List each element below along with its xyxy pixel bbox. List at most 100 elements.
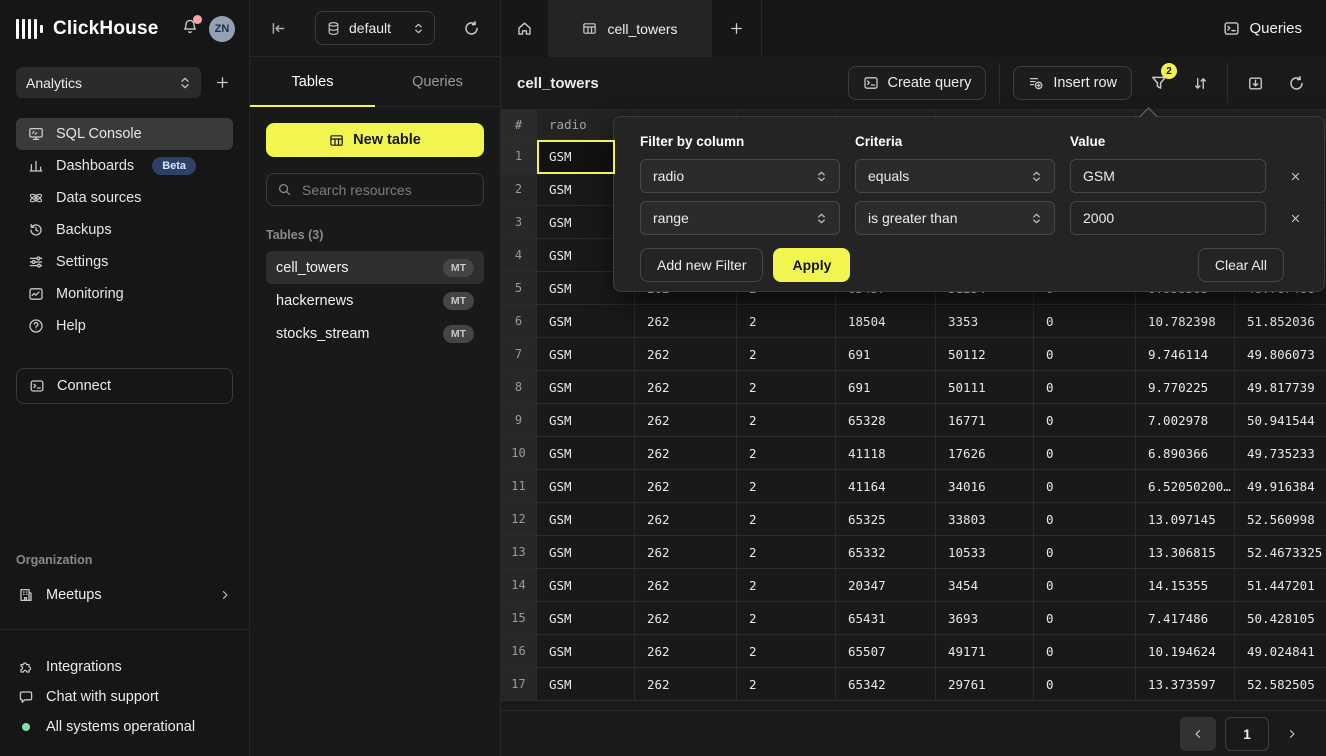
row-number[interactable]: 6 [501,305,537,338]
filter-button[interactable]: 2 [1145,69,1173,97]
table-cell[interactable]: 0 [1034,371,1136,404]
table-cell[interactable]: 2 [737,536,836,569]
table-cell[interactable]: 0 [1034,338,1136,371]
row-number[interactable]: 4 [501,239,537,272]
table-cell[interactable]: 3693 [936,602,1034,635]
table-cell[interactable]: 262 [635,635,737,668]
table-cell[interactable]: 10.194624 [1136,635,1235,668]
footer-item-integrations[interactable]: Integrations [18,652,233,682]
table-cell[interactable]: 262 [635,404,737,437]
table-list-item-cell-towers[interactable]: cell_towers MT [266,251,484,284]
table-cell[interactable]: 262 [635,470,737,503]
row-number[interactable]: 5 [501,272,537,305]
notifications-button[interactable] [181,18,199,39]
table-cell[interactable]: 9.770225 [1136,371,1235,404]
table-cell[interactable]: 17626 [936,437,1034,470]
home-button[interactable] [501,0,548,57]
table-cell[interactable]: GSM [537,668,635,701]
table-cell[interactable]: GSM [537,536,635,569]
table-cell[interactable]: 20347 [836,569,936,602]
table-cell[interactable]: GSM [537,635,635,668]
table-cell[interactable]: 51.447201 [1235,569,1326,602]
new-tab-button[interactable] [712,0,762,57]
table-cell[interactable]: 51.852036 [1235,305,1326,338]
table-cell[interactable]: 0 [1034,536,1136,569]
new-table-button[interactable]: New table [266,123,484,157]
table-cell[interactable]: 2 [737,404,836,437]
table-cell[interactable]: 262 [635,305,737,338]
table-cell[interactable]: 262 [635,503,737,536]
table-cell[interactable]: 262 [635,536,737,569]
row-number[interactable]: 14 [501,569,537,602]
table-cell[interactable]: 0 [1034,602,1136,635]
table-cell[interactable]: 6.52050200… [1136,470,1235,503]
row-number[interactable]: 1 [501,140,537,173]
workspace-select[interactable]: Analytics [16,67,201,98]
table-cell[interactable]: 50111 [936,371,1034,404]
table-cell[interactable]: 691 [836,371,936,404]
table-list-item-stocks-stream[interactable]: stocks_stream MT [266,317,484,350]
table-cell[interactable]: GSM [537,503,635,536]
explorer-tab-queries[interactable]: Queries [375,57,500,106]
sidebar-item-meetups[interactable]: Meetups [16,579,233,611]
create-query-button[interactable]: Create query [848,66,987,100]
row-number[interactable]: 2 [501,173,537,206]
prev-page-button[interactable] [1180,717,1216,751]
download-button[interactable] [1241,69,1269,97]
row-number[interactable]: 17 [501,668,537,701]
row-number[interactable]: 16 [501,635,537,668]
table-cell[interactable]: 49.817739 [1235,371,1326,404]
table-cell[interactable]: 0 [1034,569,1136,602]
table-cell[interactable]: 49171 [936,635,1034,668]
table-cell[interactable]: 50112 [936,338,1034,371]
table-cell[interactable]: 2 [737,470,836,503]
remove-filter-button-1[interactable] [1281,162,1309,190]
table-cell[interactable]: GSM [537,602,635,635]
table-cell[interactable]: 13.306815 [1136,536,1235,569]
table-cell[interactable]: 0 [1034,668,1136,701]
sidebar-item-help[interactable]: Help [16,310,233,342]
table-cell[interactable]: 65332 [836,536,936,569]
table-cell[interactable]: 0 [1034,437,1136,470]
remove-filter-button-2[interactable] [1281,204,1309,232]
table-cell[interactable]: 41164 [836,470,936,503]
table-cell[interactable]: 2 [737,338,836,371]
table-cell[interactable]: 34016 [936,470,1034,503]
row-number[interactable]: 10 [501,437,537,470]
add-filter-button[interactable]: Add new Filter [640,248,763,282]
filter-value-input-2[interactable] [1070,201,1266,235]
refresh-table-button[interactable] [1282,69,1310,97]
row-number[interactable]: 8 [501,371,537,404]
table-cell[interactable]: 65328 [836,404,936,437]
table-cell[interactable]: GSM [537,470,635,503]
refresh-icon[interactable] [463,20,480,37]
table-cell[interactable]: 14.15355 [1136,569,1235,602]
row-number[interactable]: 11 [501,470,537,503]
tab-cell-towers[interactable]: cell_towers [548,0,712,57]
table-cell[interactable]: 7.002978 [1136,404,1235,437]
row-number[interactable]: 9 [501,404,537,437]
next-page-button[interactable] [1278,717,1306,751]
table-cell[interactable]: GSM [537,371,635,404]
table-cell[interactable]: 2 [737,371,836,404]
table-cell[interactable]: 50.941544 [1235,404,1326,437]
table-cell[interactable]: 18504 [836,305,936,338]
table-cell[interactable]: 29761 [936,668,1034,701]
filter-criteria-select-2[interactable]: is greater than [855,201,1055,235]
table-list-item-hackernews[interactable]: hackernews MT [266,284,484,317]
table-cell[interactable]: GSM [537,569,635,602]
table-cell[interactable]: 10533 [936,536,1034,569]
connect-button[interactable]: Connect [16,368,233,404]
avatar[interactable]: ZN [209,16,235,42]
table-cell[interactable]: 65325 [836,503,936,536]
table-cell[interactable]: 13.097145 [1136,503,1235,536]
table-cell[interactable]: 49.735233 [1235,437,1326,470]
table-cell[interactable]: 13.373597 [1136,668,1235,701]
sidebar-item-backups[interactable]: Backups [16,214,233,246]
table-cell[interactable]: 3353 [936,305,1034,338]
table-cell[interactable]: 33803 [936,503,1034,536]
table-cell[interactable]: GSM [537,404,635,437]
filter-column-select-1[interactable]: radio [640,159,840,193]
add-workspace-button[interactable] [211,72,233,94]
table-cell[interactable]: 65342 [836,668,936,701]
